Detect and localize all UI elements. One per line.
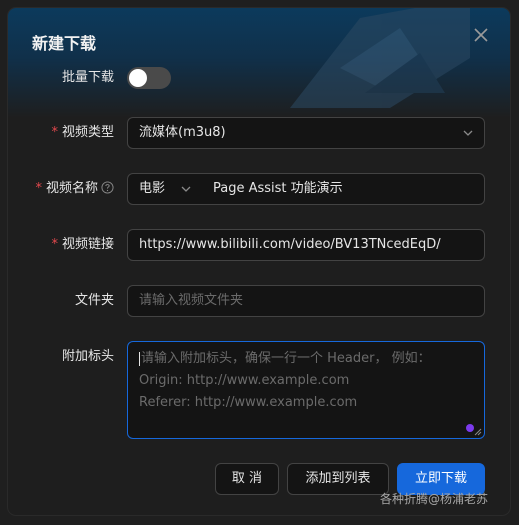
required-mark: * [51, 237, 58, 252]
headers-label: 附加标头 [61, 349, 114, 364]
required-mark: * [51, 125, 58, 140]
headers-placeholder-line-1: 请输入附加标头，确保一行一个 Header， 例如： [139, 348, 473, 370]
video-link-label: * 视频链接 [8, 229, 114, 261]
chevron-down-icon [463, 130, 473, 136]
dialog-title: 新建下载 [32, 34, 97, 53]
video-type-select[interactable]: 流媒体(m3u8) [127, 117, 485, 149]
cancel-button[interactable]: 取 消 [215, 463, 279, 495]
video-name-row: * 视频名称 电影 Page Assist 功能演示 [8, 173, 510, 205]
required-mark: * [35, 181, 42, 196]
video-type-label-text: 视频类型 [61, 125, 114, 140]
video-name-label: * 视频名称 [8, 173, 114, 205]
video-link-row: * 视频链接 https://www.bilibili.com/video/BV1… [8, 229, 510, 261]
batch-label: 批量下载 [61, 70, 114, 85]
watermark: 各种折腾@杨浦老苏 [380, 492, 489, 506]
new-download-dialog: 新建下载 批量下载 * 视频类型 流媒体(m3u8) * 视频名称 电影 Page … [8, 8, 510, 515]
toggle-knob [129, 69, 147, 87]
video-name-input[interactable]: Page Assist 功能演示 [202, 173, 485, 205]
headers-placeholder-line-2: Origin: http://www.example.com [139, 373, 350, 388]
folder-label: 文件夹 [74, 293, 114, 308]
video-link-input[interactable]: https://www.bilibili.com/video/BV13TNced… [127, 229, 485, 261]
folder-row: 文件夹 请输入视频文件夹 [8, 285, 510, 317]
folder-input[interactable]: 请输入视频文件夹 [127, 285, 485, 317]
video-type-row: * 视频类型 流媒体(m3u8) [8, 117, 510, 149]
video-type-label: * 视频类型 [8, 117, 114, 149]
resize-handle-icon[interactable] [474, 428, 482, 436]
video-link-value: https://www.bilibili.com/video/BV13TNced… [139, 237, 441, 252]
video-type-value: 流媒体(m3u8) [139, 125, 226, 140]
question-circle-icon[interactable] [101, 181, 114, 194]
video-category-value: 电影 [139, 181, 166, 196]
headers-placeholder-text-1: 请输入附加标头，确保一行一个 Header， 例如： [141, 351, 431, 366]
add-to-list-button[interactable]: 添加到列表 [287, 463, 389, 495]
close-icon[interactable] [472, 26, 490, 44]
video-name-label-text: 视频名称 [45, 181, 98, 196]
text-caret [139, 351, 140, 366]
video-name-value: Page Assist 功能演示 [213, 181, 343, 196]
batch-toggle[interactable] [127, 67, 171, 89]
headers-textarea[interactable]: 请输入附加标头，确保一行一个 Header， 例如： Origin: http:… [127, 341, 485, 439]
video-link-label-text: 视频链接 [61, 237, 114, 252]
video-category-select[interactable]: 电影 [127, 173, 203, 205]
chevron-down-icon [181, 186, 191, 192]
headers-placeholder-line-3: Referer: http://www.example.com [139, 395, 358, 410]
folder-placeholder: 请输入视频文件夹 [139, 293, 244, 308]
assistant-dot-icon[interactable] [466, 424, 474, 432]
batch-row: 批量下载 [8, 62, 510, 94]
